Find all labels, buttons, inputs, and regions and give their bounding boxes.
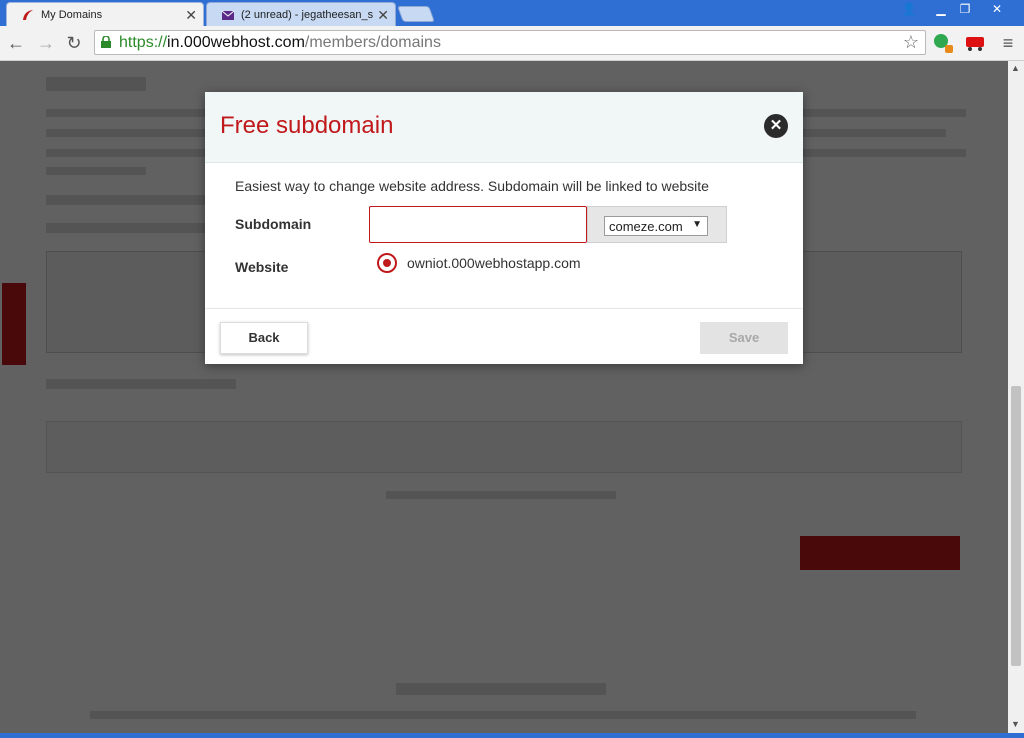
subdomain-label: Subdomain <box>235 216 312 232</box>
tab-mail[interactable]: (2 unread) - jegatheesan_s ✕ <box>206 2 396 26</box>
browser-toolbar: ← → ↻ https://in.000webhost.com/members/… <box>0 26 1024 61</box>
save-button[interactable]: Save <box>700 322 788 354</box>
tab-my-domains[interactable]: My Domains ✕ <box>6 2 204 26</box>
url-text: https://in.000webhost.com/members/domain… <box>119 34 441 51</box>
forward-arrow-icon[interactable]: → <box>34 31 58 55</box>
dialog-footer: Back Save <box>205 308 803 365</box>
dialog-title: Free subdomain <box>220 112 394 139</box>
website-option-label[interactable]: owniot.000webhostapp.com <box>407 255 581 271</box>
taskbar-edge <box>0 733 1024 738</box>
mail-icon <box>221 10 235 20</box>
website-radio[interactable] <box>377 253 397 273</box>
website-label: Website <box>235 259 289 275</box>
restore-icon[interactable]: ❐ <box>952 0 978 18</box>
dialog-description: Easiest way to change website address. S… <box>235 178 709 194</box>
scroll-up-icon[interactable]: ▲ <box>1011 63 1020 73</box>
extension-train-icon[interactable] <box>964 32 986 54</box>
webhost-favicon-icon <box>23 10 33 20</box>
close-tab-icon[interactable]: ✕ <box>377 7 389 24</box>
dropdown-caret-icon: ▼ <box>692 219 702 230</box>
minimize-icon[interactable]: ▁ <box>928 0 954 18</box>
domain-select-value: comeze.com <box>609 219 683 234</box>
close-tab-icon[interactable]: ✕ <box>185 7 197 24</box>
extension-puzzle-icon[interactable] <box>932 32 954 54</box>
tab-title: My Domains <box>41 9 103 21</box>
scroll-down-icon[interactable]: ▼ <box>1011 719 1020 729</box>
profile-icon[interactable]: 👤 <box>896 0 922 18</box>
menu-icon[interactable]: ≡ <box>996 31 1020 55</box>
close-icon[interactable]: ✕ <box>764 114 788 138</box>
close-window-icon[interactable]: ✕ <box>984 0 1010 18</box>
subdomain-input[interactable] <box>369 206 587 243</box>
new-tab-button[interactable] <box>397 6 435 22</box>
tab-title: (2 unread) - jegatheesan_s <box>241 9 374 21</box>
domain-select-container: comeze.com ▼ <box>587 206 727 243</box>
lock-icon <box>101 36 111 48</box>
radio-selected-dot <box>383 259 391 267</box>
bookmark-star-icon[interactable]: ☆ <box>903 32 919 53</box>
reload-icon[interactable]: ↻ <box>62 31 86 55</box>
address-bar[interactable]: https://in.000webhost.com/members/domain… <box>94 30 926 55</box>
back-arrow-icon[interactable]: ← <box>4 31 28 55</box>
domain-select[interactable]: comeze.com ▼ <box>604 216 708 236</box>
scrollbar-thumb[interactable] <box>1011 386 1021 666</box>
back-button[interactable]: Back <box>220 322 308 354</box>
dialog-header: Free subdomain ✕ <box>205 92 803 163</box>
free-subdomain-dialog: Free subdomain ✕ Easiest way to change w… <box>205 92 803 364</box>
page-scrollbar[interactable]: ▲ ▼ <box>1008 61 1024 733</box>
tab-strip: My Domains ✕ (2 unread) - jegatheesan_s … <box>0 0 1024 26</box>
